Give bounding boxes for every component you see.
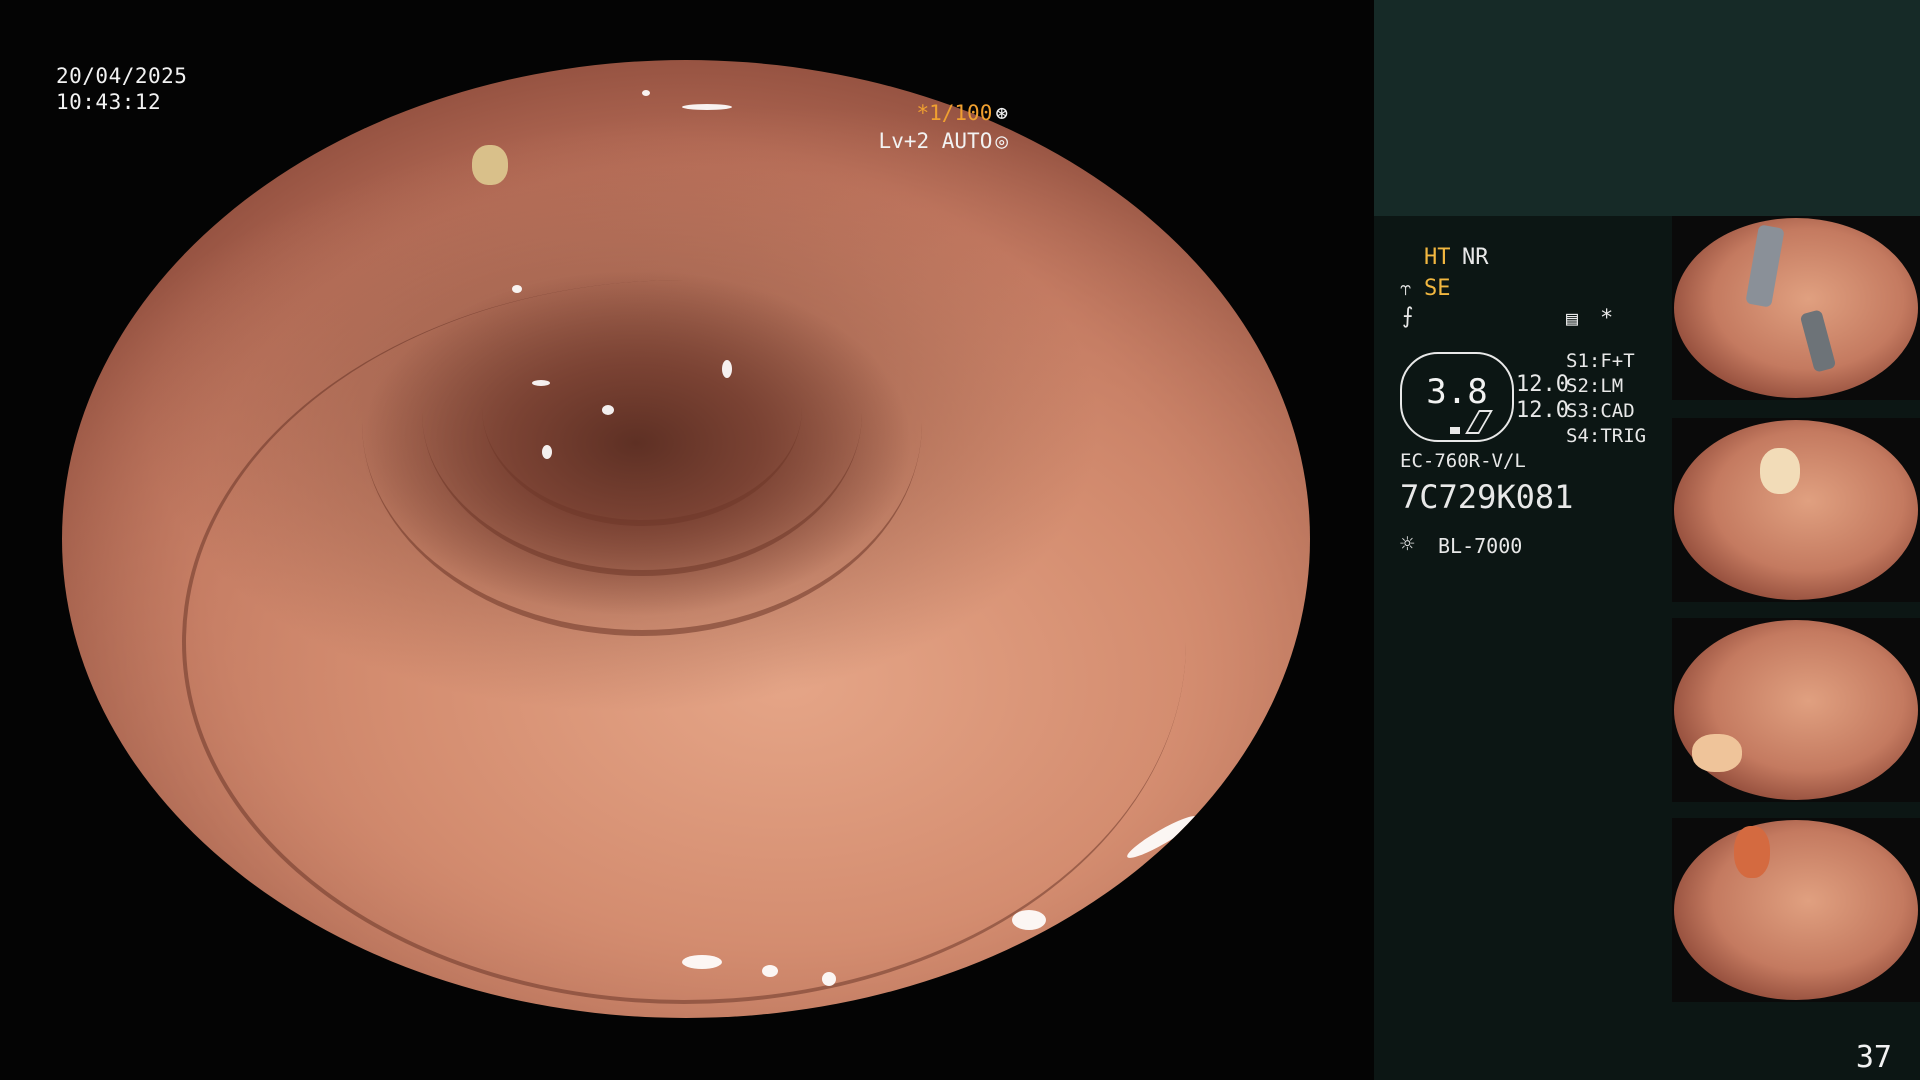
light-reflection [1242, 770, 1254, 786]
gauge-marker [1450, 427, 1460, 434]
polyp [1734, 826, 1770, 878]
thumbnail-image [1674, 820, 1918, 1000]
switch-s4: S4:TRIG [1566, 425, 1647, 447]
thumbnail-1[interactable] [1672, 216, 1920, 400]
light-reflection [602, 405, 614, 415]
thumbnail-image [1674, 420, 1918, 600]
level-value: Lv+2 AUTO [878, 129, 993, 153]
aperture-icon: ⊛ [995, 101, 1008, 125]
thumbnail-image [1674, 218, 1918, 398]
thumbnail-2[interactable] [1672, 418, 1920, 602]
debris [472, 145, 508, 185]
light-reflection [722, 360, 732, 378]
light-reflection [682, 104, 732, 110]
light-source-model: BL-7000 [1438, 534, 1523, 558]
time-readout: 10:43:12 [56, 90, 162, 114]
light-reflection [542, 445, 552, 459]
auto-exposure-icon: ◎ [995, 129, 1008, 153]
panel-header-area [1374, 0, 1920, 216]
structure-icon: ⥾ [1400, 276, 1412, 300]
scope-model: EC-760R-V/L [1400, 450, 1526, 472]
settings-list-icon: ▤ [1566, 306, 1579, 330]
switch-s2: S2:LM [1566, 375, 1624, 397]
date-readout: 20/04/2025 [56, 64, 188, 88]
zoom-gauge: 3.8 [1400, 352, 1514, 442]
light-reflection [1123, 810, 1201, 864]
thumbnail-4[interactable] [1672, 818, 1920, 1002]
shutter-readout: *1/100 ⊛ [916, 101, 1008, 125]
light-reflection [642, 90, 650, 96]
thumbnail-3[interactable] [1672, 618, 1920, 802]
light-reflection [822, 972, 836, 986]
light-reflection [512, 285, 522, 293]
light-source-icon: ☼ [1400, 530, 1415, 558]
ht-label: HT [1424, 245, 1451, 270]
light-reflection [682, 955, 722, 969]
scope-serial: 7C729K081 [1400, 478, 1574, 516]
polyp [1692, 734, 1742, 772]
exposure-level-readout: Lv+2 AUTO ◎ [879, 129, 1008, 153]
thumbnail-image [1674, 620, 1918, 800]
polyp [1760, 448, 1800, 494]
light-reflection [1012, 910, 1046, 930]
gauge-needle-icon [1465, 410, 1493, 434]
page-number: 37 [1855, 1040, 1892, 1075]
light-reflection [532, 380, 550, 386]
nr-label: NR [1462, 245, 1489, 270]
se-label: SE [1424, 276, 1451, 301]
shutter-value: *1/100 [916, 101, 993, 125]
colon-lumen-image [62, 60, 1310, 1018]
endoscope-view: 20/04/2025 10:43:12 *1/100 ⊛ Lv+2 AUTO ◎ [0, 0, 1374, 1080]
light-reflection [762, 965, 778, 977]
mucosal-fold [182, 280, 1186, 1004]
star-marker: * [1600, 306, 1614, 331]
switch-s1: S1:F+T [1566, 350, 1635, 372]
zoom-gauge-value: 3.8 [1426, 372, 1488, 412]
enhance-icon: ⨍ [1402, 304, 1414, 329]
value-bottom: 12.0 [1516, 398, 1569, 423]
value-top: 12.0 [1516, 372, 1569, 397]
switch-s3: S3:CAD [1566, 400, 1635, 422]
